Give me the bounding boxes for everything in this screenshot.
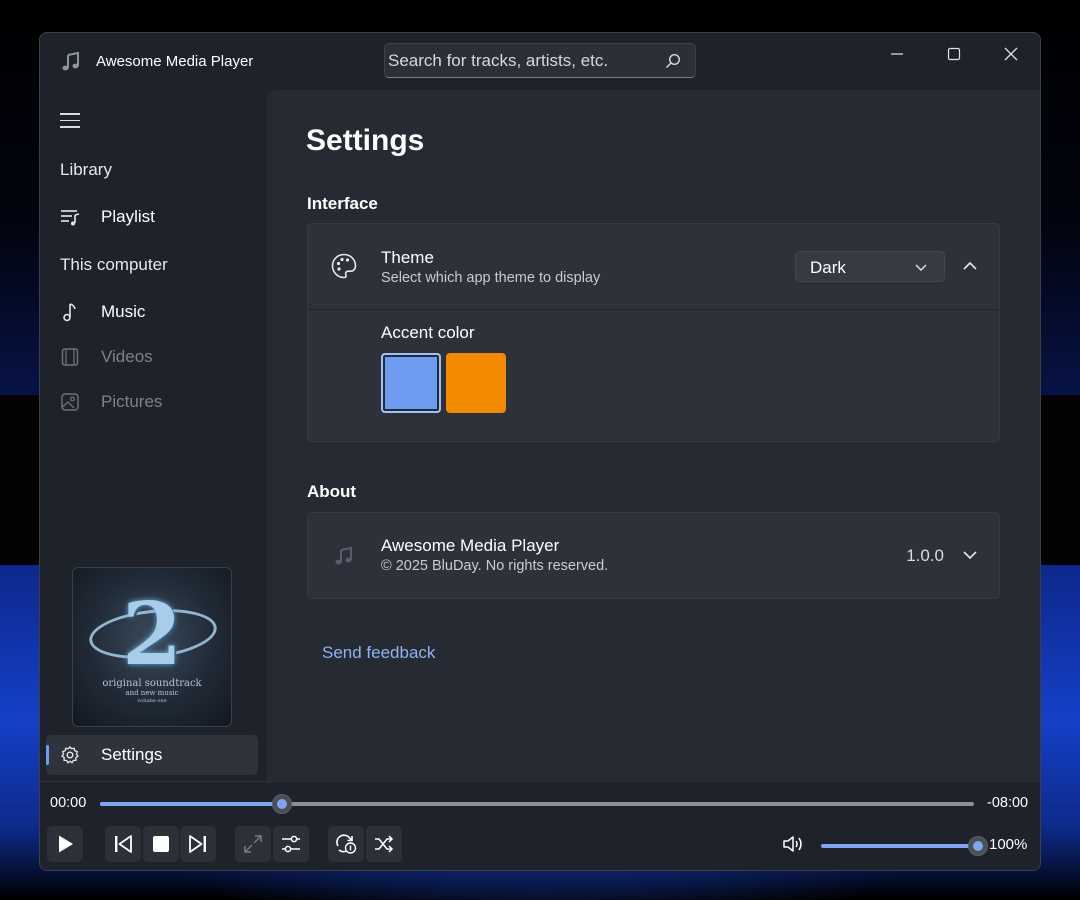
sidebar-item-playlist[interactable]: Playlist [46,197,258,237]
sidebar-item-label: Music [101,302,146,321]
sidebar-item-pictures: Pictures [46,382,258,422]
sidebar-item-label: Videos [101,347,153,366]
section-library: Library [60,160,112,179]
maximize-button[interactable] [931,39,977,69]
repeat-one-icon [336,834,357,854]
maximize-icon [947,47,961,61]
theme-title: Theme [381,248,434,267]
sidebar: Library Playlist This computer Music Vid… [40,89,266,780]
album-art-text: original soundtrack [102,678,202,689]
play-button[interactable] [47,826,83,862]
seek-thumb[interactable] [271,794,292,814]
stop-button[interactable] [143,826,179,862]
sidebar-item-videos: Videos [46,337,258,377]
volume-thumb[interactable] [968,836,988,856]
sidebar-item-label: Playlist [101,207,155,226]
remaining-time: -08:00 [987,795,1029,811]
shuffle-button[interactable] [366,826,402,862]
elapsed-time: 00:00 [50,795,87,811]
shuffle-icon [375,835,394,853]
stop-icon [153,836,169,852]
album-art-text: and new music [125,689,179,697]
film-icon [61,348,79,366]
app-title: Awesome Media Player [96,53,254,70]
sidebar-item-settings[interactable]: Settings [46,735,258,775]
album-art-logo: 2 [122,584,182,685]
repeat-button[interactable] [328,826,364,862]
fullscreen-button[interactable] [235,826,271,862]
accent-swatch-orange[interactable] [446,353,506,413]
music-note-icon [63,303,76,322]
about-heading: About [307,482,357,501]
app-window: Awesome Media Player Library Playlist Th… [39,32,1041,871]
image-icon [61,393,79,411]
seek-bar-fill [100,802,282,806]
theme-dropdown[interactable]: Dark [795,251,945,282]
chevron-up-icon [963,261,977,270]
close-icon [1004,47,1018,61]
accent-swatch-blue[interactable] [381,353,441,413]
theme-description: Select which app theme to display [381,270,601,286]
volume-slider[interactable] [821,844,971,848]
previous-button[interactable] [105,826,141,862]
search-box[interactable] [384,43,696,78]
about-app-name: Awesome Media Player [381,536,560,555]
play-icon [59,835,73,853]
about-copyright: © 2025 BluDay. No rights reserved. [381,558,609,574]
volume-icon [783,836,802,852]
about-version: 1.0.0 [906,546,944,565]
search-icon[interactable] [665,53,681,69]
settings-page: Settings Interface Theme Select which ap… [267,90,1040,781]
menu-icon[interactable] [60,113,80,129]
page-title: Settings [306,124,425,157]
music-note-icon [335,546,352,565]
about-expand-button[interactable] [955,540,985,570]
minimize-button[interactable] [874,39,920,69]
sidebar-item-label: Pictures [101,392,163,411]
chevron-down-icon [963,551,977,560]
next-button[interactable] [180,826,216,862]
divider [308,309,999,310]
palette-icon [331,253,357,279]
album-art-text: volume one [137,698,167,704]
theme-card: Theme Select which app theme to display … [307,223,1000,442]
next-icon [189,835,206,853]
search-input[interactable] [385,44,655,77]
about-card[interactable]: Awesome Media Player © 2025 BluDay. No r… [307,512,1000,599]
section-this-computer: This computer [60,255,168,274]
sidebar-item-label: Settings [101,745,163,764]
album-art[interactable]: 2 original soundtrack and new music volu… [72,567,232,727]
interface-heading: Interface [307,194,378,213]
sidebar-item-music[interactable]: Music [46,292,258,332]
player-bar: 00:00 -08:00 100% [40,781,1040,870]
accent-color-title: Accent color [381,323,475,342]
send-feedback-link[interactable]: Send feedback [322,643,435,663]
equalizer-button[interactable] [273,826,309,862]
close-button[interactable] [988,39,1034,69]
equalizer-icon [282,835,300,853]
music-note-icon [60,51,82,73]
gear-icon [61,746,79,764]
volume-button[interactable] [775,826,811,862]
previous-icon [115,835,132,853]
theme-dropdown-value: Dark [810,258,846,277]
minimize-icon [891,53,903,55]
title-bar[interactable]: Awesome Media Player [40,33,1040,89]
chevron-down-icon [915,264,927,271]
fullscreen-icon [244,835,262,853]
theme-collapse-button[interactable] [955,251,985,281]
seek-bar[interactable] [100,802,974,806]
volume-percent: 100% [989,836,1028,853]
playlist-icon [61,210,80,226]
